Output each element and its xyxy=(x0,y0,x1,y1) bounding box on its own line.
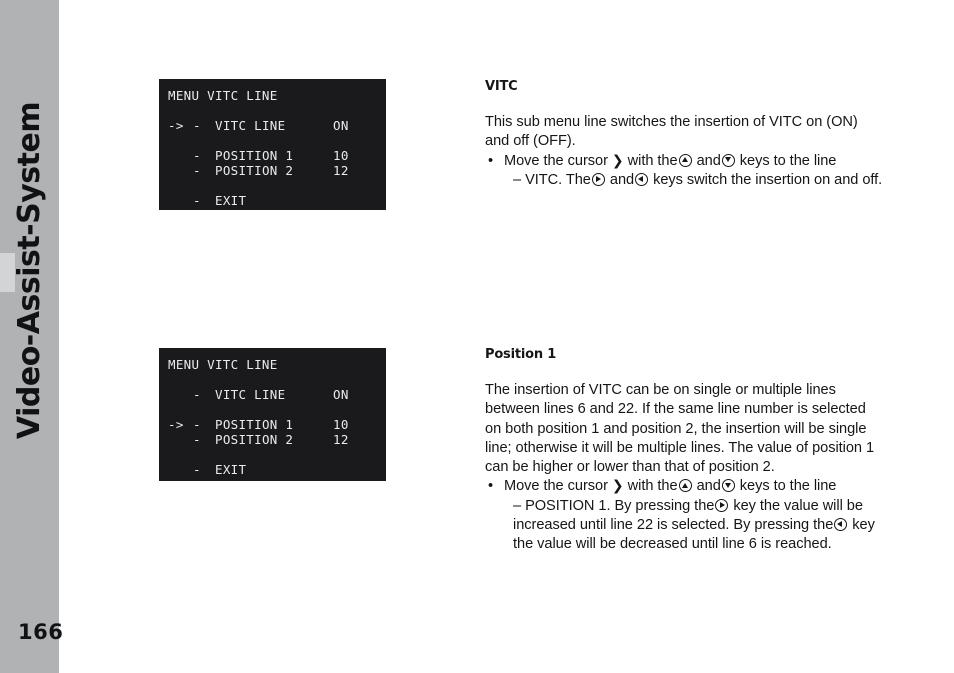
bullet-text-part2: with the xyxy=(627,152,678,169)
bullet-text-part3: and xyxy=(696,152,721,169)
section-position-1: Position 1 The insertion of VITC can be … xyxy=(485,347,885,555)
menu-row-dash: - xyxy=(193,432,201,447)
key-right-icon xyxy=(591,172,605,186)
menu-row-dash: - xyxy=(193,118,201,133)
menu-row-dash: - xyxy=(193,163,201,178)
sidebar: Video-Assist-System 166 xyxy=(0,0,63,673)
bullet-dot-icon: • xyxy=(488,478,494,495)
menu-row-value: 12 xyxy=(333,163,349,178)
menu-row-dash: - xyxy=(193,387,201,402)
menu-row-label: POSITION 1 xyxy=(215,417,294,432)
menu-row-label: POSITION 2 xyxy=(215,432,294,447)
menu-row-label: POSITION 2 xyxy=(215,163,294,178)
bullet-cont-text3: keys switch the insertion on and off. xyxy=(653,171,883,188)
menu-row-dash: - xyxy=(193,462,201,477)
menu-title: MENU VITC LINE xyxy=(168,88,278,103)
bullet-continuation-position-1: – POSITION 1. By pressing the key the va… xyxy=(504,497,885,555)
bullet-list-position-1: • Move the cursor ❯ with the and keys to … xyxy=(485,477,885,554)
section-heading-vitc: VITC xyxy=(485,79,518,94)
menu-row-position-2[interactable]: - POSITION 2 12 xyxy=(159,163,386,178)
menu-cursor-arrow xyxy=(159,432,193,447)
cursor-chevron-icon: ❯ xyxy=(611,478,624,495)
menu-cursor-arrow xyxy=(159,193,193,208)
menu-cursor-arrow xyxy=(159,163,193,178)
paragraph-position-1: The insertion of VITC can be on single o… xyxy=(485,382,875,476)
menu-row-position-1[interactable]: - POSITION 1 10 xyxy=(159,148,386,163)
menu-row-label: VITC LINE xyxy=(215,387,286,402)
section-body-vitc: This sub menu line switches the insertio… xyxy=(485,113,885,190)
menu-row-exit[interactable]: - EXIT xyxy=(159,193,386,208)
menu-rows: -> - VITC LINE ON - POSITION 1 10 - POSI… xyxy=(159,118,386,208)
menu-spacer xyxy=(159,133,386,148)
menu-row-value: 12 xyxy=(333,432,349,447)
bullet-text-part4: keys to the line xyxy=(739,152,837,169)
bullet-text-part3: and xyxy=(696,478,721,495)
paragraph-vitc: This sub menu line switches the insertio… xyxy=(485,114,858,150)
menu-row-value: ON xyxy=(333,387,349,402)
bullet-text-part2: with the xyxy=(627,478,678,495)
bullet-item-position-1: • Move the cursor ❯ with the and keys to … xyxy=(485,477,885,554)
menu-title: MENU VITC LINE xyxy=(168,357,278,372)
menu-row-dash: - xyxy=(193,193,201,208)
bullet-text-part4: keys to the line xyxy=(739,478,837,495)
menu-row-position-2[interactable]: - POSITION 2 12 xyxy=(159,432,386,447)
menu-row-position-1[interactable]: -> - POSITION 1 10 xyxy=(159,417,386,432)
menu-spacer xyxy=(159,402,386,417)
key-right-icon xyxy=(715,498,729,512)
bullet-list-vitc: • Move the cursor ❯ with the and keys to … xyxy=(485,152,885,191)
menu-cursor-arrow: -> xyxy=(168,118,184,133)
menu-spacer xyxy=(159,447,386,462)
key-left-icon xyxy=(834,518,848,532)
key-down-icon xyxy=(721,153,735,167)
section-vitc: VITC This sub menu line switches the ins… xyxy=(485,79,885,190)
bullet-continuation-vitc: – VITC. The and keys switch the insertio… xyxy=(504,171,885,190)
menu-row-vitc-line[interactable]: - VITC LINE ON xyxy=(159,387,386,402)
menu-cursor-arrow xyxy=(159,462,193,477)
key-left-icon xyxy=(635,172,649,186)
bullet-dot-icon: • xyxy=(488,152,494,169)
menu-row-dash: - xyxy=(193,148,201,163)
sidebar-title-text: Video-Assist-System xyxy=(12,101,47,439)
bullet-cont-text1: – VITC. The xyxy=(513,171,591,188)
menu-row-label: EXIT xyxy=(215,193,247,208)
bullet-text-part1: Move the cursor xyxy=(504,152,608,169)
menu-row-exit[interactable]: - EXIT xyxy=(159,462,386,477)
menu-cursor-arrow: -> xyxy=(168,417,184,432)
menu-row-value: 10 xyxy=(333,148,349,163)
menu-row-value: ON xyxy=(333,118,349,133)
bullet-cont-text2: and xyxy=(609,171,635,188)
menu-spacer xyxy=(159,178,386,193)
bullet-cont-text1: – POSITION 1. By pressing the xyxy=(513,497,715,514)
menu-row-value: 10 xyxy=(333,417,349,432)
bullet-item-vitc: • Move the cursor ❯ with the and keys to … xyxy=(485,152,885,191)
cursor-chevron-icon: ❯ xyxy=(611,152,624,169)
menu-row-vitc-line[interactable]: -> - VITC LINE ON xyxy=(159,118,386,133)
menu-row-label: VITC LINE xyxy=(215,118,286,133)
key-up-icon xyxy=(678,153,692,167)
sidebar-vertical-title: Video-Assist-System xyxy=(0,0,59,540)
menu-cursor-arrow xyxy=(159,387,193,402)
key-down-icon xyxy=(721,479,735,493)
menu-row-dash: - xyxy=(193,417,201,432)
menu-row-label: EXIT xyxy=(215,462,247,477)
section-heading-position-1: Position 1 xyxy=(485,347,557,362)
bullet-text-part1: Move the cursor xyxy=(504,478,608,495)
menu-rows: - VITC LINE ON -> - POSITION 1 10 - POSI… xyxy=(159,387,386,477)
vitc-line-menu-screen-2: MENU VITC LINE - VITC LINE ON -> - POSIT… xyxy=(159,348,386,481)
menu-row-label: POSITION 1 xyxy=(215,148,294,163)
vitc-line-menu-screen-1: MENU VITC LINE -> - VITC LINE ON - POSIT… xyxy=(159,79,386,210)
section-body-position-1: The insertion of VITC can be on single o… xyxy=(485,381,885,555)
key-up-icon xyxy=(678,479,692,493)
page-number: 166 xyxy=(18,620,64,644)
menu-cursor-arrow xyxy=(159,148,193,163)
